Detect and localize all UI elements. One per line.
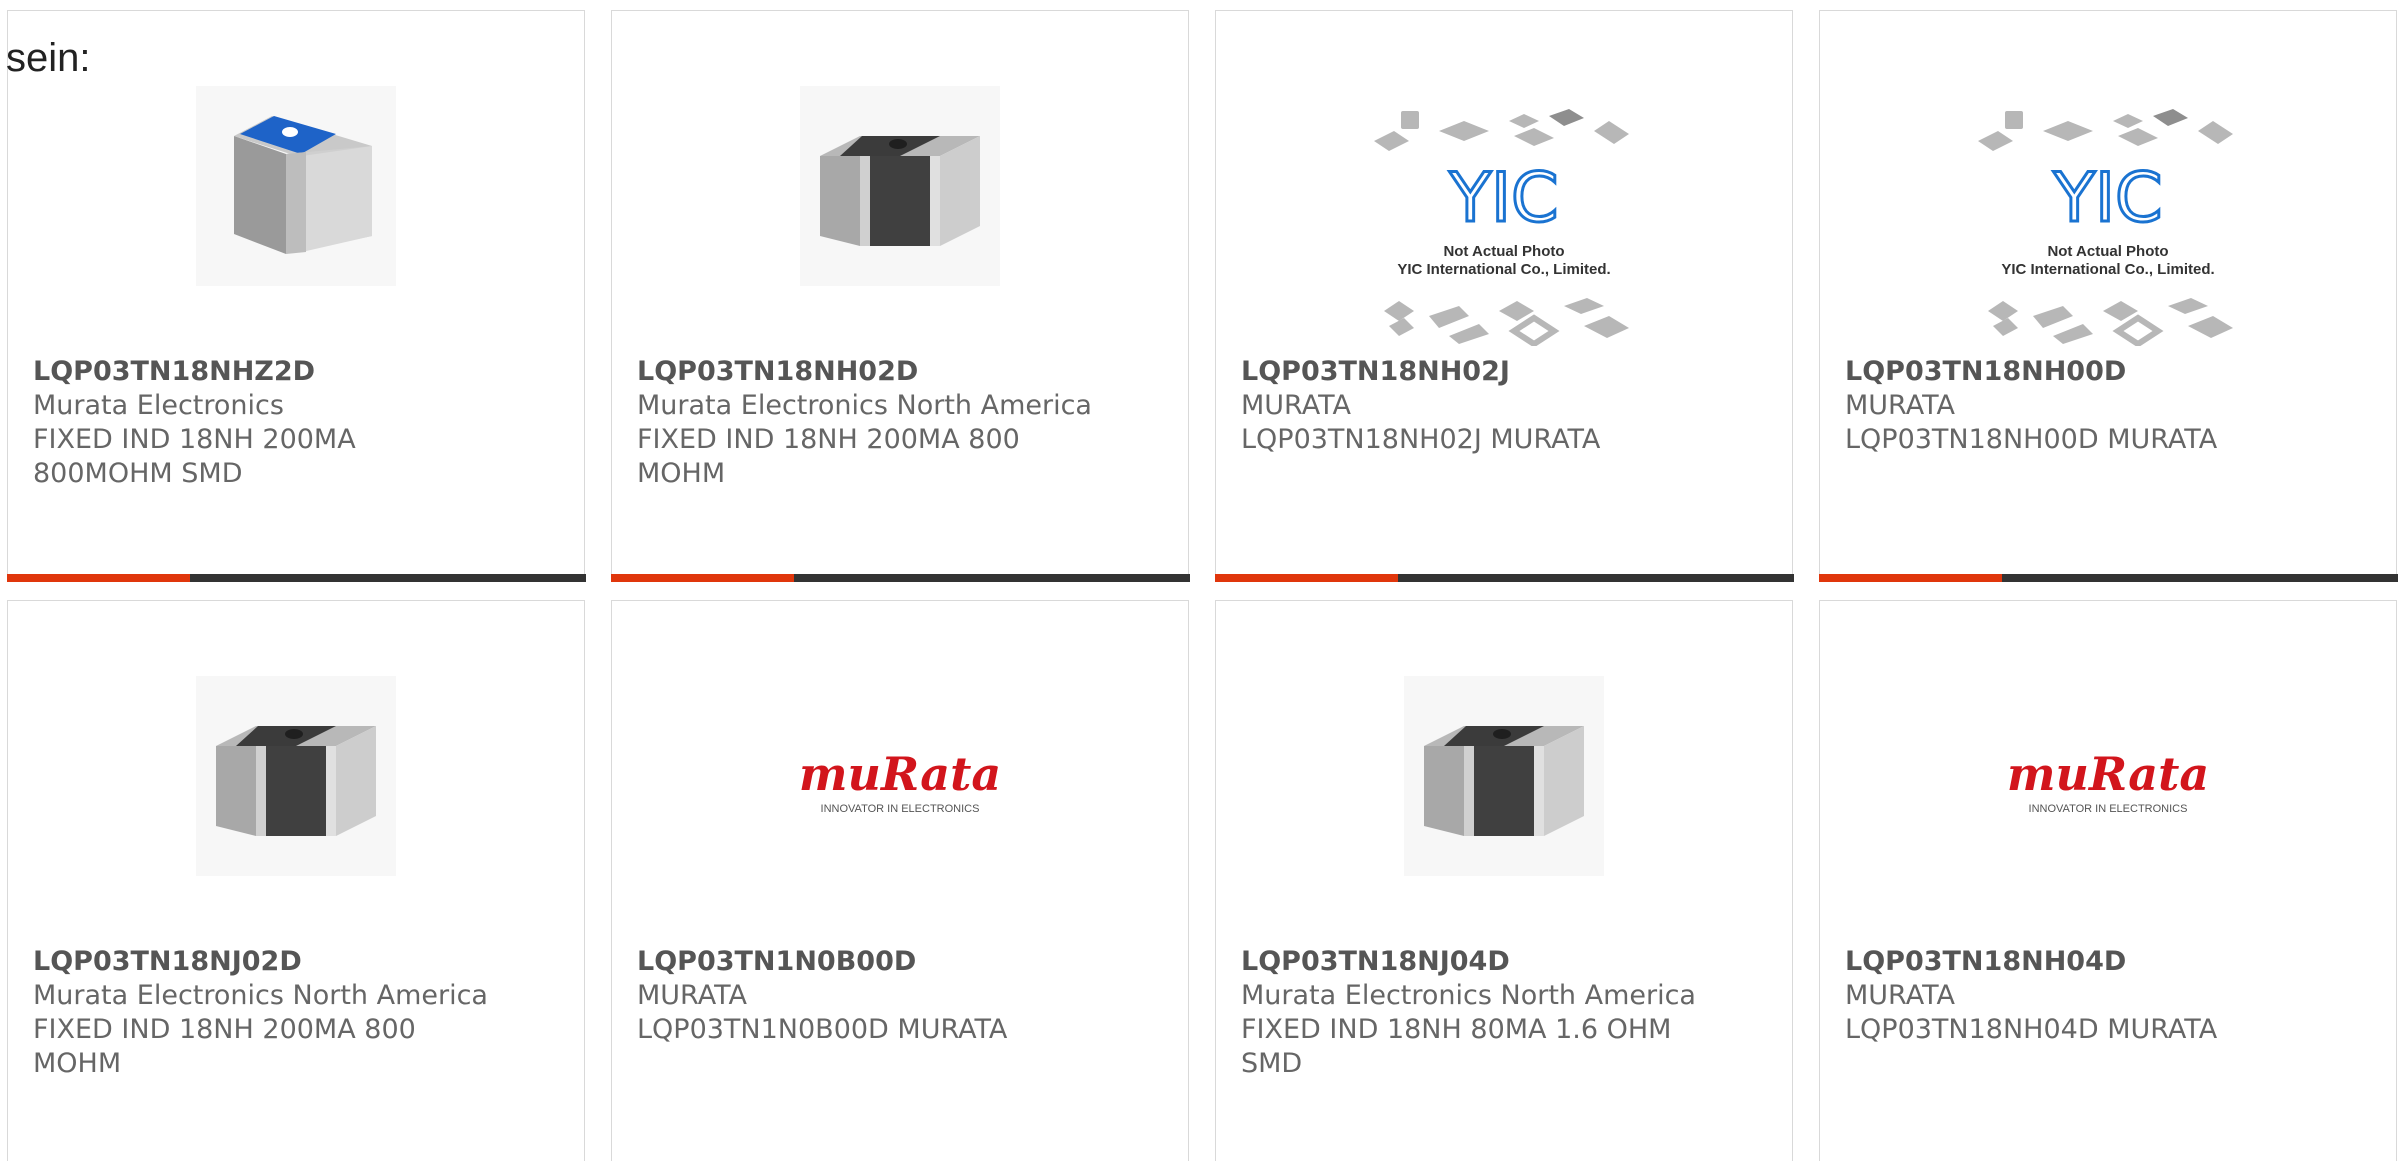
- murata-logo-text: muRata: [799, 747, 1001, 801]
- part-number-link[interactable]: LQP03TN18NHZ2D: [33, 355, 564, 389]
- product-image[interactable]: muRata INNOVATOR IN ELECTRONICS: [790, 744, 1010, 824]
- product-card[interactable]: LQP03TN18NHZ2D Murata Electronics FIXED …: [6, 10, 586, 582]
- product-info: LQP03TN18NJ04D Murata Electronics North …: [1241, 945, 1772, 1081]
- part-number-link[interactable]: LQP03TN1N0B00D: [637, 945, 1168, 979]
- image-caption-line2: YIC International Co., Limited.: [1397, 261, 1610, 278]
- product-info: LQP03TN18NH00D MURATA LQP03TN18NH00D MUR…: [1845, 355, 2376, 457]
- description: FIXED IND 18NH 200MA 800 MOHM: [33, 1014, 416, 1079]
- part-number-link[interactable]: LQP03TN18NH02J: [1241, 355, 1772, 389]
- murata-tagline: INNOVATOR IN ELECTRONICS: [2029, 803, 2188, 815]
- product-info: LQP03TN18NHZ2D Murata Electronics FIXED …: [33, 355, 564, 491]
- product-image[interactable]: [800, 86, 1000, 286]
- part-number-link[interactable]: LQP03TN18NH04D: [1845, 945, 2376, 979]
- manufacturer: MURATA: [1241, 390, 1351, 421]
- chip-inductor-icon: [196, 86, 396, 286]
- manufacturer: Murata Electronics North America: [1241, 980, 1696, 1011]
- yic-logo: YIC: [2052, 159, 2162, 238]
- card-accent-bar: [6, 573, 586, 582]
- description: FIXED IND 18NH 200MA 800MOHM SMD: [33, 424, 356, 489]
- yic-placeholder-icon: YIC Not Actual Photo YIC International C…: [1374, 109, 1629, 348]
- product-card[interactable]: LQP03TN18NJ04D Murata Electronics North …: [1215, 600, 1793, 1161]
- product-info: LQP03TN18NH04D MURATA LQP03TN18NH04D MUR…: [1845, 945, 2376, 1047]
- manufacturer: Murata Electronics: [33, 390, 284, 421]
- product-image[interactable]: YIC Not Actual Photo YIC International C…: [1369, 106, 1639, 348]
- murata-logo-icon: muRata INNOVATOR IN ELECTRONICS: [2007, 747, 2209, 815]
- product-image[interactable]: muRata INNOVATOR IN ELECTRONICS: [1998, 744, 2218, 824]
- product-image[interactable]: [196, 676, 396, 876]
- product-card[interactable]: muRata INNOVATOR IN ELECTRONICS LQP03TN1…: [611, 600, 1189, 1161]
- product-image[interactable]: [196, 86, 396, 286]
- description: LQP03TN18NH02J MURATA: [1241, 424, 1601, 455]
- image-caption-line1: Not Actual Photo: [1443, 243, 1564, 260]
- product-info: LQP03TN1N0B00D MURATA LQP03TN1N0B00D MUR…: [637, 945, 1168, 1047]
- description: LQP03TN18NH00D MURATA: [1845, 424, 2218, 455]
- manufacturer: MURATA: [1845, 390, 1955, 421]
- yic-placeholder-icon: YIC Not Actual Photo YIC International C…: [1978, 109, 2233, 348]
- description: LQP03TN1N0B00D MURATA: [637, 1014, 1008, 1045]
- chip-inductor-icon: [1404, 676, 1604, 876]
- product-info: LQP03TN18NH02D Murata Electronics North …: [637, 355, 1168, 491]
- image-caption-line2: YIC International Co., Limited.: [2001, 261, 2214, 278]
- card-accent-bar: [1818, 573, 2398, 582]
- chip-inductor-icon: [800, 86, 1000, 286]
- product-grid-page: sein: LQP03TN18NHZ2D Murata Electronics …: [0, 0, 2400, 1161]
- product-info: LQP03TN18NJ02D Murata Electronics North …: [33, 945, 564, 1081]
- product-card[interactable]: muRata INNOVATOR IN ELECTRONICS LQP03TN1…: [1819, 600, 2397, 1161]
- murata-logo-text: muRata: [2007, 747, 2209, 801]
- card-accent-bar: [610, 573, 1190, 582]
- manufacturer: MURATA: [1845, 980, 1955, 1011]
- part-number-link[interactable]: LQP03TN18NJ04D: [1241, 945, 1772, 979]
- card-accent-bar: [1214, 573, 1794, 582]
- product-card[interactable]: LQP03TN18NJ02D Murata Electronics North …: [7, 600, 585, 1161]
- murata-logo-icon: muRata INNOVATOR IN ELECTRONICS: [799, 747, 1001, 815]
- product-card[interactable]: LQP03TN18NH02D Murata Electronics North …: [610, 10, 1190, 582]
- product-card[interactable]: YIC Not Actual Photo YIC International C…: [1818, 10, 2398, 582]
- product-card[interactable]: YIC Not Actual Photo YIC International C…: [1214, 10, 1794, 582]
- part-number-link[interactable]: LQP03TN18NH02D: [637, 355, 1168, 389]
- murata-tagline: INNOVATOR IN ELECTRONICS: [821, 803, 980, 815]
- intro-text: sein:: [6, 36, 91, 80]
- image-caption-line1: Not Actual Photo: [2047, 243, 2168, 260]
- part-number-link[interactable]: LQP03TN18NJ02D: [33, 945, 564, 979]
- chip-inductor-icon: [196, 676, 396, 876]
- manufacturer: Murata Electronics North America: [33, 980, 488, 1011]
- product-info: LQP03TN18NH02J MURATA LQP03TN18NH02J MUR…: [1241, 355, 1772, 457]
- yic-logo: YIC: [1448, 159, 1558, 238]
- product-image[interactable]: [1404, 676, 1604, 876]
- description: FIXED IND 18NH 80MA 1.6 OHM SMD: [1241, 1014, 1672, 1079]
- manufacturer: Murata Electronics North America: [637, 390, 1092, 421]
- manufacturer: MURATA: [637, 980, 747, 1011]
- part-number-link[interactable]: LQP03TN18NH00D: [1845, 355, 2376, 389]
- description: FIXED IND 18NH 200MA 800 MOHM: [637, 424, 1020, 489]
- description: LQP03TN18NH04D MURATA: [1845, 1014, 2218, 1045]
- product-image[interactable]: YIC Not Actual Photo YIC International C…: [1973, 106, 2243, 348]
